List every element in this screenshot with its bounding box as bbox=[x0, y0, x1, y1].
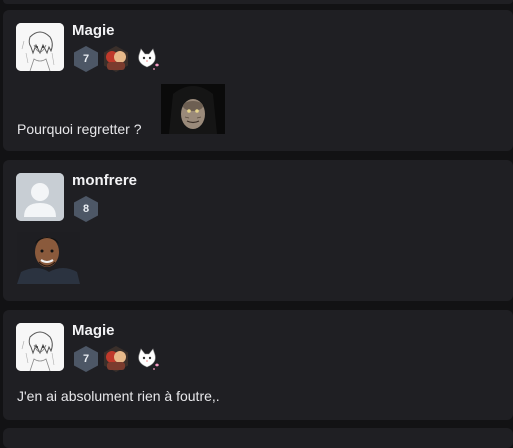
post-card: monfrere 8 bbox=[3, 160, 513, 301]
previous-post-card bbox=[3, 0, 513, 4]
level-badge: 8 bbox=[73, 195, 99, 223]
emperor-sticker bbox=[161, 84, 225, 134]
username[interactable]: Magie bbox=[72, 22, 115, 39]
cat-badge-icon bbox=[138, 348, 159, 370]
post-text: J'en ai absolument rien à foutre,. bbox=[17, 388, 220, 404]
cat-badge-icon bbox=[138, 48, 159, 70]
post-card: Magie 7 J'en ai absolument rien à foutre… bbox=[3, 310, 513, 420]
avatar[interactable] bbox=[16, 323, 64, 371]
next-post-card bbox=[3, 428, 513, 448]
username[interactable]: monfrere bbox=[72, 172, 137, 189]
man-sticker bbox=[17, 232, 80, 284]
couple-badge-icon bbox=[104, 46, 128, 72]
username[interactable]: Magie bbox=[72, 322, 115, 339]
user-badges: 7 bbox=[73, 345, 161, 373]
user-badges: 7 bbox=[73, 45, 161, 73]
avatar[interactable] bbox=[16, 173, 64, 221]
avatar[interactable] bbox=[16, 23, 64, 71]
post-text: Pourquoi regretter ? bbox=[17, 121, 142, 137]
couple-badge-icon bbox=[104, 346, 128, 372]
level-badge: 7 bbox=[73, 45, 99, 73]
level-badge: 7 bbox=[73, 345, 99, 373]
post-feed: Magie 7 Pourquoi regretter ? monfrere 8 … bbox=[0, 0, 513, 448]
user-badges: 8 bbox=[73, 195, 99, 223]
post-card: Magie 7 Pourquoi regretter ? bbox=[3, 10, 513, 151]
